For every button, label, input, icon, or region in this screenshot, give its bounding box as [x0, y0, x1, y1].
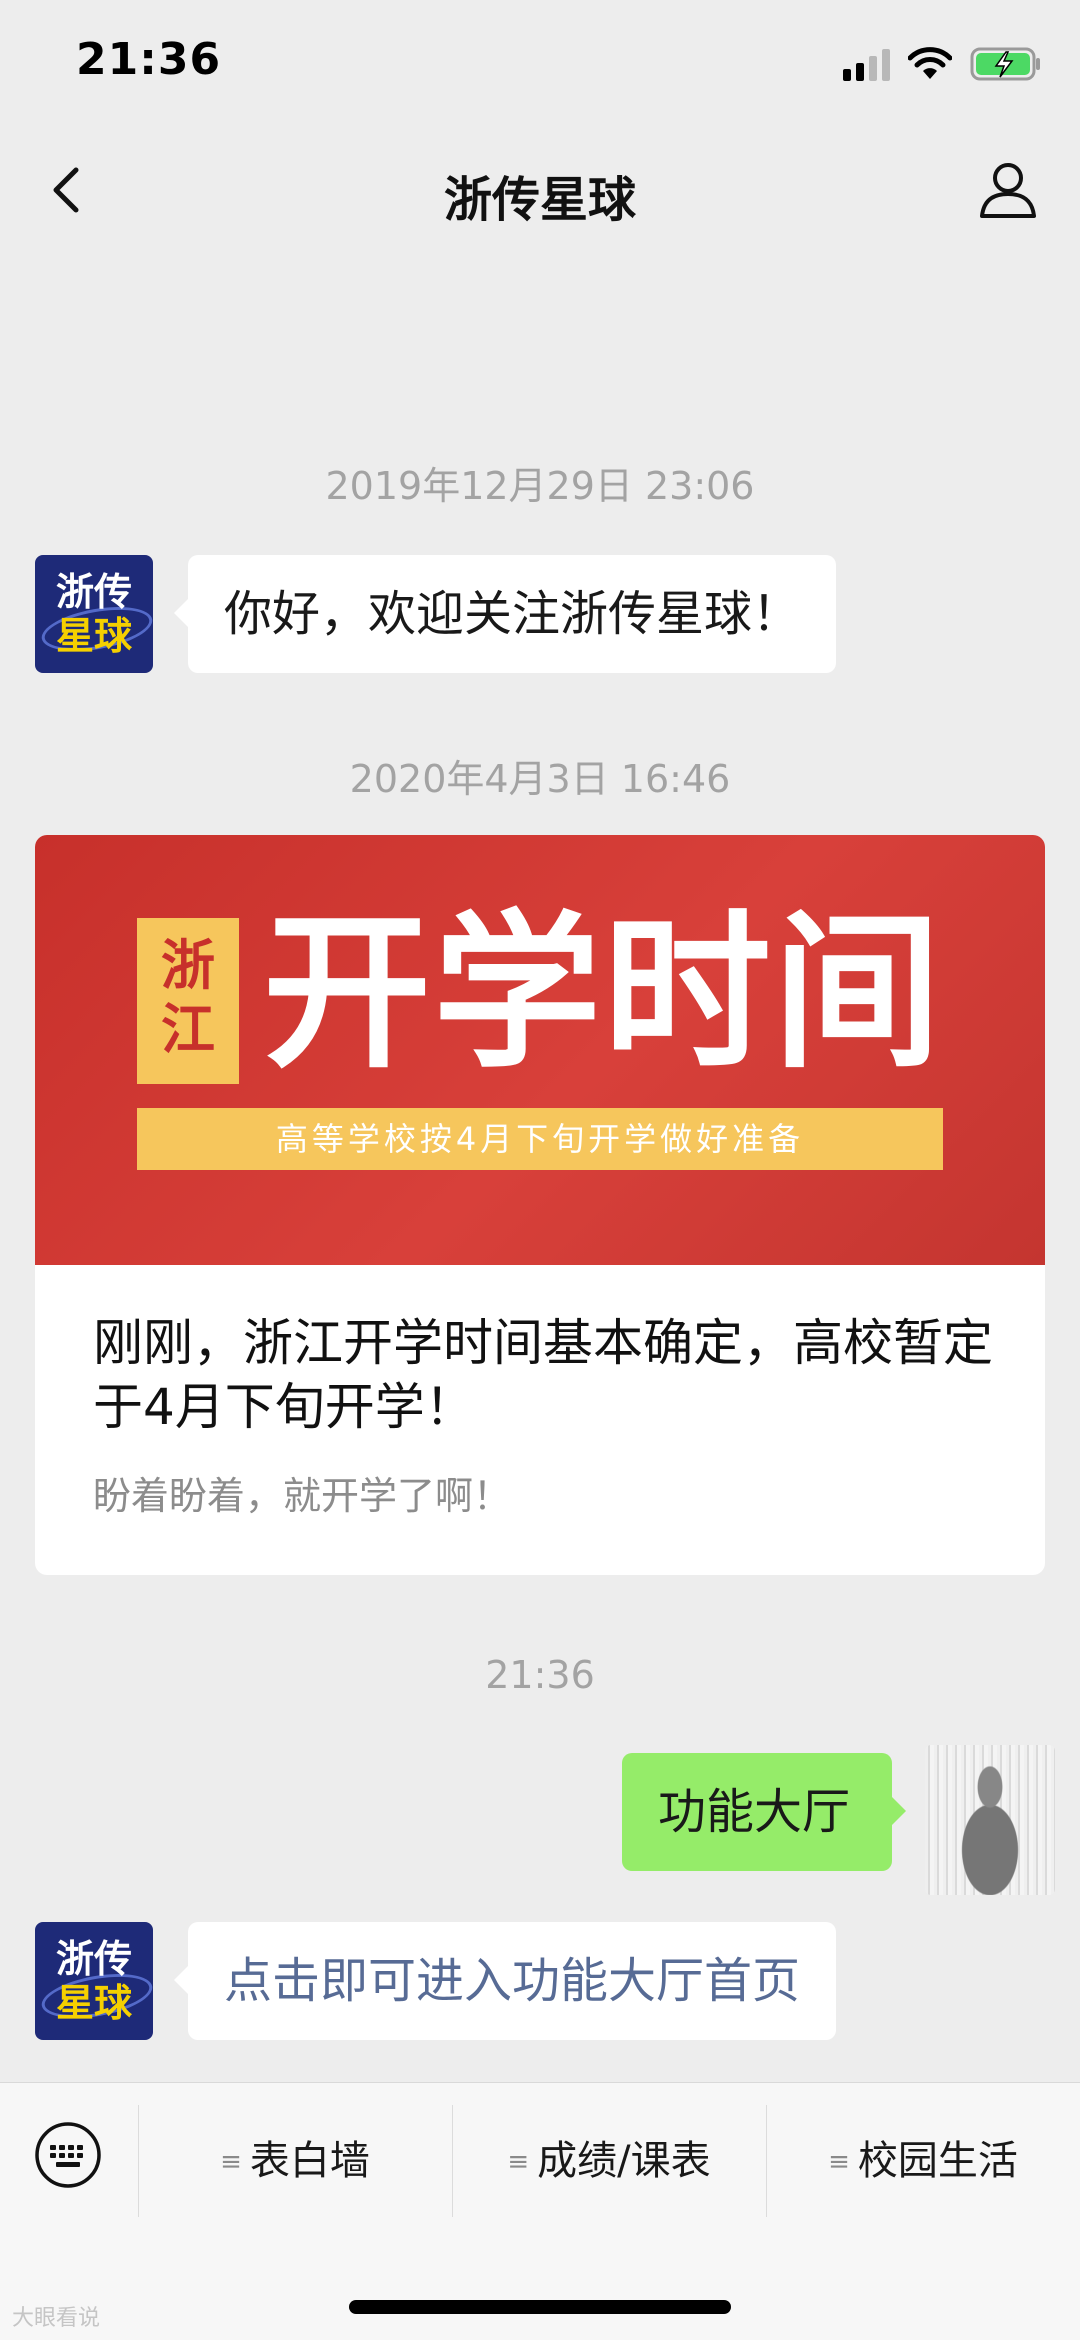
my-avatar[interactable]: [925, 1745, 1055, 1895]
menu-confession-wall[interactable]: ≡ 表白墙: [139, 2105, 451, 2217]
menu-campus-life[interactable]: ≡ 校园生活: [767, 2105, 1079, 2217]
avatar-text-top: 浙传: [55, 1937, 132, 1981]
welcome-message-bubble: 你好，欢迎关注浙传星球！: [173, 555, 837, 673]
message-timestamp: 21:36: [485, 1653, 595, 1697]
menu-list-icon: ≡: [828, 2147, 850, 2177]
official-account-avatar[interactable]: 浙传 星球: [35, 1922, 153, 2040]
article-digest: 盼着盼着，就开学了啊！: [93, 1474, 512, 1518]
menu-label: 校园生活: [857, 2138, 1018, 2184]
avatar-text-bottom: 星球: [55, 614, 132, 658]
menu-grades-schedule[interactable]: ≡ 成绩/课表: [453, 2105, 765, 2217]
watermark: 大眼看说: [12, 2306, 101, 2331]
status-bar: 21:36: [0, 0, 1080, 120]
battery-charging-icon: [970, 47, 1040, 81]
status-time: 21:36: [76, 34, 222, 85]
menu-list-icon: ≡: [507, 2147, 530, 2177]
menu-list-icon: ≡: [220, 2147, 242, 2177]
article-cover-image: 浙江 开学时间 高等学校按4月下旬开学做好准备: [35, 835, 1045, 1265]
menu-label: 表白墙: [249, 2138, 370, 2184]
official-account-avatar[interactable]: 浙传 星球: [35, 555, 153, 673]
message-timestamp: 2019年12月29日 23:06: [325, 464, 755, 508]
article-card[interactable]: 浙江 开学时间 高等学校按4月下旬开学做好准备 刚刚，浙江开学时间基本确定，高校…: [35, 835, 1045, 1575]
menu-label: 成绩/课表: [537, 2138, 711, 2184]
home-indicator[interactable]: [349, 2300, 731, 2314]
article-title: 刚刚，浙江开学时间基本确定，高校暂定于4月下旬开学！: [93, 1314, 993, 1436]
cellular-signal-icon: [843, 47, 890, 81]
keyboard-icon: [35, 2122, 101, 2188]
keyboard-toggle-button[interactable]: [34, 2121, 102, 2189]
cover-badge: 浙江: [137, 918, 239, 1084]
avatar-text-top: 浙传: [55, 570, 132, 614]
page-title: 浙传星球: [443, 172, 636, 228]
nav-bar: 浙传星球: [0, 120, 1080, 260]
person-icon: [980, 163, 1036, 218]
feature-hall-link-bubble[interactable]: 点击即可进入功能大厅首页: [173, 1922, 837, 2040]
message-timestamp: 2020年4月3日 16:46: [349, 757, 731, 801]
avatar-text-bottom: 星球: [55, 1981, 132, 2025]
official-account-profile-button[interactable]: [976, 158, 1040, 222]
status-icons: [843, 46, 1042, 82]
my-message-bubble: 功能大厅: [622, 1753, 906, 1871]
cover-subtitle-strip: 高等学校按4月下旬开学做好准备: [137, 1108, 943, 1170]
cover-headline: 开学时间: [263, 895, 943, 1091]
wifi-icon: [908, 47, 952, 79]
